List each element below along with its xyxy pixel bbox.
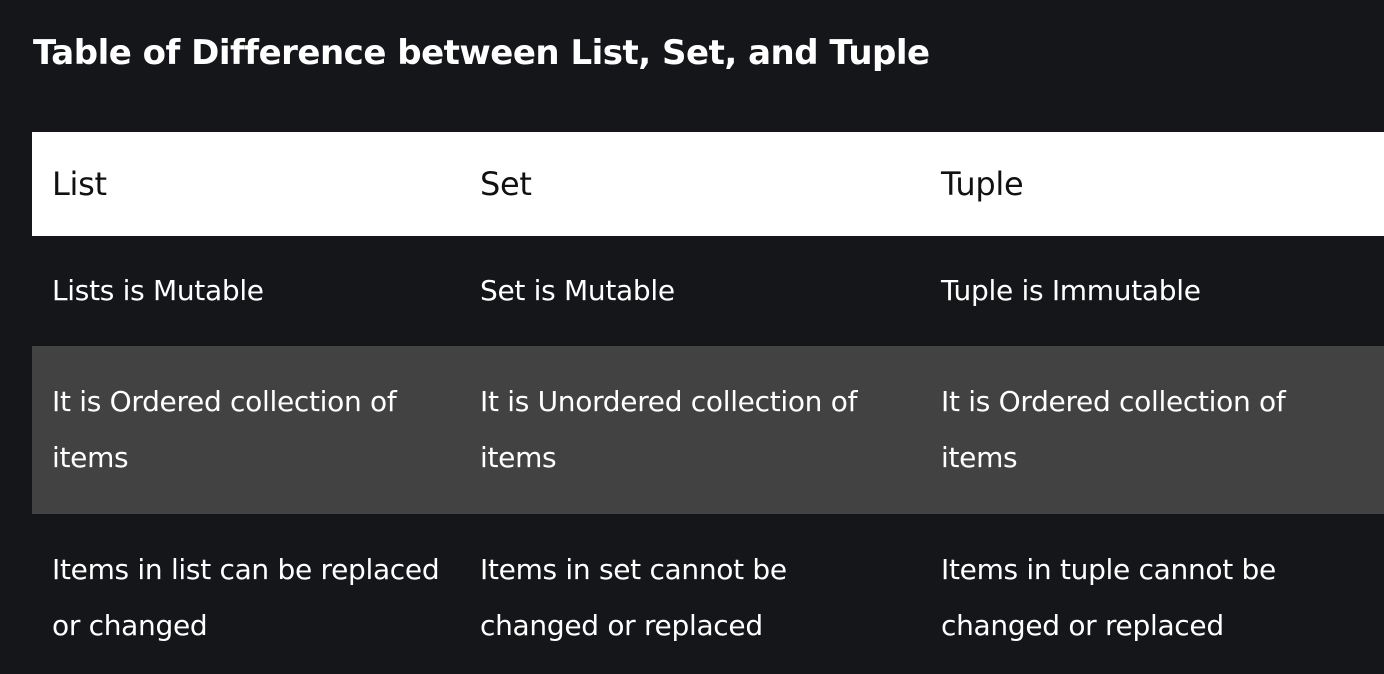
table-row: Items in list can be replaced or changed… (32, 514, 1384, 654)
header-cell-set: Set (460, 132, 921, 236)
table-cell: Lists is Mutable (32, 236, 460, 346)
table-cell: It is Unordered collection of items (460, 346, 921, 514)
table-row: Lists is Mutable Set is Mutable Tuple is… (32, 236, 1384, 346)
table-header-row: List Set Tuple (32, 132, 1384, 236)
page: Table of Difference between List, Set, a… (0, 0, 1384, 674)
table-cell: Items in set cannot be changed or replac… (460, 514, 921, 654)
table-row: It is Ordered collection of items It is … (32, 346, 1384, 514)
header-cell-list: List (32, 132, 460, 236)
table-cell: Items in tuple cannot be changed or repl… (921, 514, 1384, 654)
header-cell-tuple: Tuple (921, 132, 1384, 236)
table-cell: It is Ordered collection of items (32, 346, 460, 514)
table-cell: Items in list can be replaced or changed (32, 514, 460, 654)
page-title: Table of Difference between List, Set, a… (33, 33, 930, 73)
table-cell: Tuple is Immutable (921, 236, 1384, 346)
comparison-table: List Set Tuple Lists is Mutable Set is M… (32, 132, 1384, 654)
table-cell: Set is Mutable (460, 236, 921, 346)
table-cell: It is Ordered collection of items (921, 346, 1384, 514)
